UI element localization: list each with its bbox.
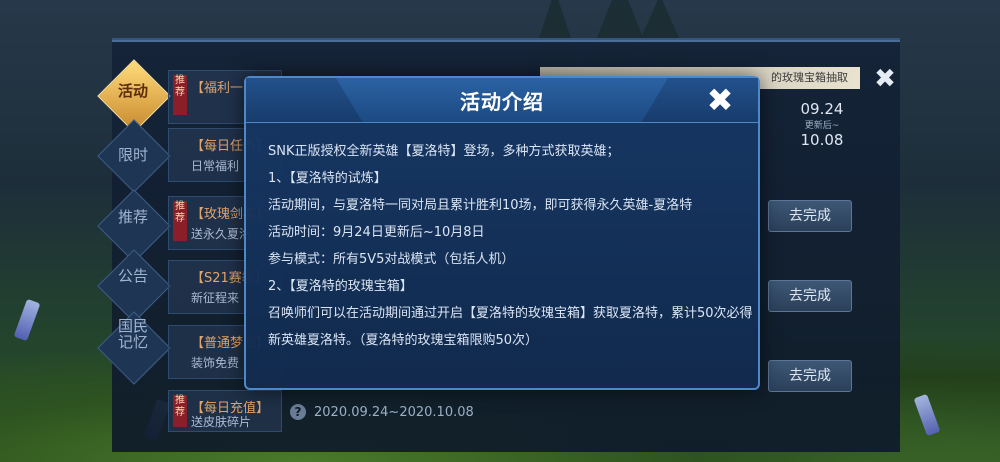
question-icon[interactable]: ? [290, 404, 306, 420]
list-item-sub: 日常福利 [191, 159, 240, 173]
tab-limited-label: 限时 [117, 146, 148, 164]
go-complete-button[interactable]: 去完成 [768, 280, 852, 312]
go-complete-button[interactable]: 去完成 [768, 200, 852, 232]
date-note: 更新后~ [804, 121, 840, 131]
close-icon[interactable]: ✖ [702, 82, 738, 118]
period-text: 2020.09.24~2020.10.08 [314, 405, 474, 420]
tab-memory-label: 国民记忆 [117, 317, 148, 351]
right-column: 09.24 更新后~ 10.08 去完成 去完成 去完成 [760, 70, 870, 440]
modal-header: 活动介绍 ✖ [246, 78, 758, 123]
date-end: 10.08 [800, 131, 844, 149]
list-item-sub: 装饰免费 [191, 356, 240, 370]
intro-line: 召唤师们可以在活动期间通过开启【夏洛特的玫瑰宝箱】获取夏洛特，累计50次必得 [268, 306, 753, 321]
period-row: ? 2020.09.24~2020.10.08 [290, 404, 474, 420]
tab-activity-label: 活动 [117, 82, 148, 100]
intro-line: 活动时间：9月24日更新后~10月8日 [268, 225, 485, 240]
intro-line: 参与模式：所有5V5对战模式（包括人机） [268, 252, 515, 267]
date-range: 09.24 更新后~ 10.08 [792, 100, 852, 149]
intro-line: 活动期间，与夏洛特一同对局且累计胜利10场，即可获得永久英雄-夏洛特 [268, 198, 693, 213]
section-heading: 2、【夏洛特的玫瑰宝箱】 [268, 279, 413, 294]
intro-line: SNK正版授权全新英雄【夏洛特】登场，多种方式获取英雄； [268, 144, 620, 159]
modal-title: 活动介绍 [460, 90, 544, 114]
list-item-sub: 送永久夏洛 [191, 227, 252, 241]
left-tab-column: 活动 限时 推荐 公告 国民记忆 [97, 59, 171, 450]
modal-body: SNK正版授权全新英雄【夏洛特】登场，多种方式获取英雄； 1、【夏洛特的试炼】 … [268, 138, 753, 354]
activity-intro-modal: 活动介绍 ✖ SNK正版授权全新英雄【夏洛特】登场，多种方式获取英雄； 1、【夏… [244, 76, 760, 390]
list-item[interactable]: 推荐 【每日充值】 送皮肤碎片 [168, 390, 282, 432]
crystal-decoration [13, 298, 41, 342]
list-item-sub: 送皮肤碎片 [191, 415, 252, 429]
tab-notice-label: 公告 [117, 267, 148, 285]
recommend-tag: 推荐 [173, 75, 187, 115]
intro-line: 新英雄夏洛特。（夏洛特的玫瑰宝箱限购50次） [268, 333, 539, 348]
recommend-tag: 推荐 [173, 395, 187, 427]
section-heading: 1、【夏洛特的试炼】 [268, 171, 387, 186]
tab-recommend-label: 推荐 [117, 208, 148, 226]
date-start: 09.24 [800, 100, 844, 118]
go-complete-button[interactable]: 去完成 [768, 360, 852, 392]
recommend-tag: 推荐 [173, 201, 187, 241]
list-item-sub: 新征程来 [191, 291, 240, 305]
close-icon[interactable]: ✖ [872, 66, 898, 92]
